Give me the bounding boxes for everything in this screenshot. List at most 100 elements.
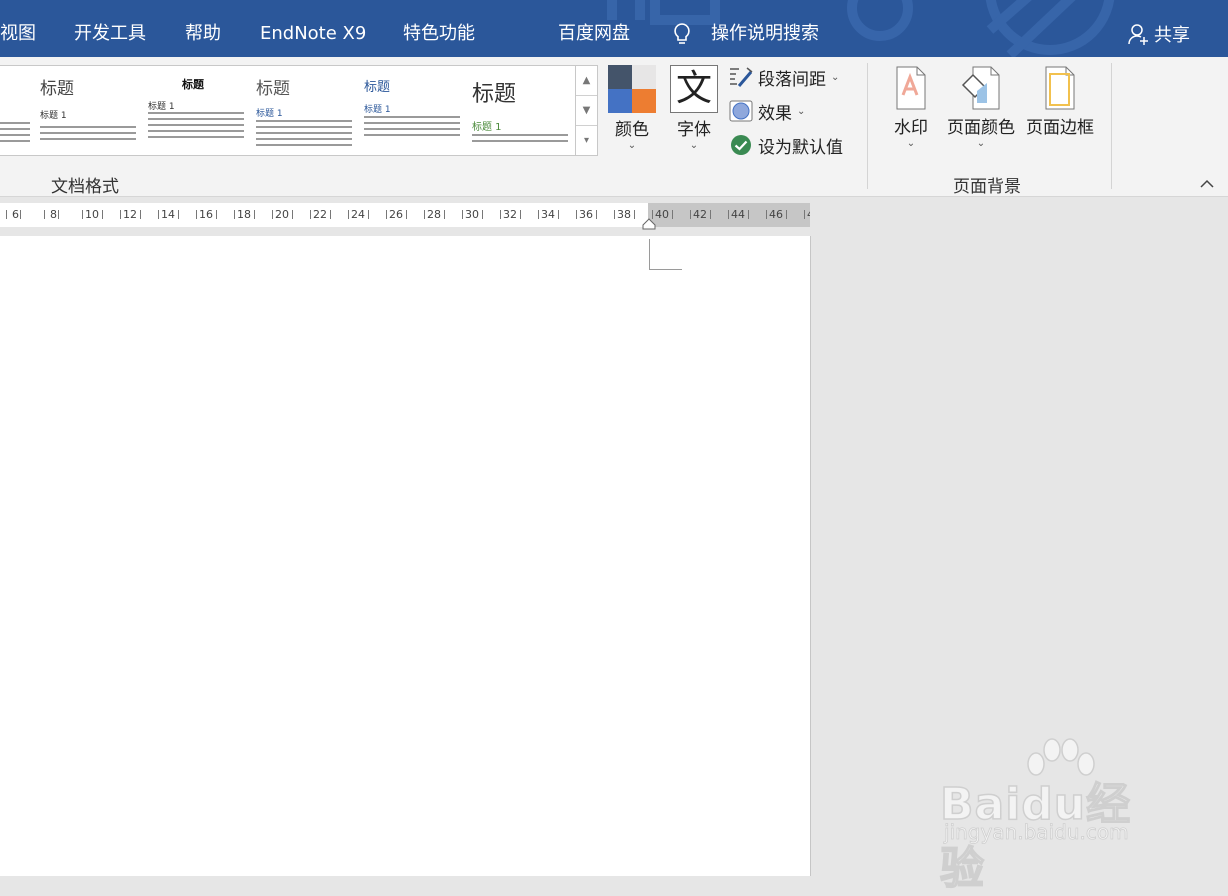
horizontal-ruler[interactable]: 6 8 10 12 14 16 18 20 22 24 26 28 30 32 34 36 38 40 42 44 46…	[0, 203, 810, 227]
ruler-tick-label: 30	[465, 208, 479, 221]
ruler-tick-mark	[728, 210, 729, 219]
ruler-tick-mark	[158, 210, 159, 219]
ruler-tick-mark	[748, 210, 749, 219]
style-set-thumb[interactable]: 标题 标题 1	[252, 66, 358, 155]
style-heading: 标题	[256, 79, 290, 99]
group-separator	[867, 63, 868, 189]
ruler-tick-label: 14	[161, 208, 175, 221]
ruler-tick-mark	[766, 210, 767, 219]
page-color-button[interactable]: 页面颜色 ⌄	[944, 65, 1018, 150]
share-label: 共享	[1154, 25, 1190, 46]
ruler-tick-mark	[6, 210, 7, 219]
ruler-tick-mark	[254, 210, 255, 219]
right-indent-marker-icon[interactable]	[642, 218, 656, 230]
baidu-jingyan-watermark: Baidu经验 jingyan.baidu.com	[939, 738, 1170, 895]
tab-developer[interactable]: 开发工具	[74, 20, 146, 48]
set-as-default-label: 设为默认值	[758, 137, 843, 158]
effects-label: 效果	[758, 103, 792, 124]
style-set-thumb[interactable]: 标题 标题 1	[360, 66, 466, 155]
chevron-up-icon	[1200, 179, 1214, 188]
page-borders-label: 页面边框	[1026, 118, 1094, 138]
colors-label: 颜色	[615, 120, 649, 140]
fonts-glyph-icon: 文	[670, 65, 718, 113]
tab-view[interactable]: 视图	[0, 20, 36, 48]
ruler-tick-mark	[20, 210, 21, 219]
style-subheading: 标题 1	[364, 105, 391, 115]
gallery-scrollbar: ▲ ▼ ▾	[575, 65, 598, 156]
ruler-tick-mark	[82, 210, 83, 219]
ruler-tick-mark	[786, 210, 787, 219]
fonts-label: 字体	[677, 120, 711, 140]
ruler-tick-label: 44	[731, 208, 745, 221]
tab-baidu-netdisk[interactable]: 百度网盘	[558, 20, 630, 48]
ruler-tick-mark	[368, 210, 369, 219]
tab-endnote[interactable]: EndNote X9	[260, 20, 366, 48]
ruler-tick-mark	[406, 210, 407, 219]
tell-me-search[interactable]: 操作说明搜索	[711, 20, 819, 48]
paragraph-spacing-label: 段落间距	[758, 69, 826, 90]
watermark-brand: Baidu经验	[939, 778, 1132, 895]
chevron-down-icon: ⌄	[797, 105, 806, 117]
ruler-tick-label: 34	[541, 208, 555, 221]
ruler-tick-mark	[444, 210, 445, 219]
tab-special-features[interactable]: 特色功能	[403, 20, 475, 48]
gallery-scroll-down-button[interactable]: ▼	[576, 96, 597, 126]
ruler-tick-mark	[234, 210, 235, 219]
ruler-tick-mark	[596, 210, 597, 219]
ruler-tick-label: 42	[693, 208, 707, 221]
ruler-tick-mark	[462, 210, 463, 219]
ruler-tick-mark	[576, 210, 577, 219]
fonts-button[interactable]: 文 字体 ⌄	[663, 65, 725, 152]
ruler-tick-mark	[196, 210, 197, 219]
style-set-thumb[interactable]: 标题 标题 1	[144, 66, 250, 155]
ruler-tick-mark	[102, 210, 103, 219]
style-set-thumb[interactable]: 标题 标题 1	[468, 66, 574, 155]
ruler-tick-mark	[178, 210, 179, 219]
page-color-label: 页面颜色	[947, 118, 1015, 138]
ruler-tick-mark	[672, 210, 673, 219]
ruler-tick-mark	[614, 210, 615, 219]
ruler-tick-mark	[140, 210, 141, 219]
chevron-down-icon: ⌄	[831, 71, 840, 83]
paw-logo-icon	[1027, 738, 1095, 776]
ruler-tick-mark	[348, 210, 349, 219]
style-heading: 标题	[472, 82, 517, 107]
check-circle-icon	[731, 135, 751, 155]
watermark-url: jingyan.baidu.com	[944, 820, 1129, 845]
watermark-button[interactable]: 水印 ⌄	[880, 65, 942, 150]
group-separator	[1111, 63, 1112, 189]
ruler-tick-label: 40	[655, 208, 669, 221]
ruler-tick-mark	[292, 210, 293, 219]
gallery-more-button[interactable]: ▾	[576, 126, 597, 155]
gallery-scroll-up-button[interactable]: ▲	[576, 66, 597, 96]
ruler-tick-label: 10	[85, 208, 99, 221]
ruler-tick-label: 48	[807, 208, 810, 221]
ruler-tick-mark	[482, 210, 483, 219]
colors-button[interactable]: 颜色 ⌄	[601, 65, 663, 152]
ruler-tick-mark	[310, 210, 311, 219]
ruler-tick-mark	[44, 210, 45, 219]
set-as-default-button[interactable]: 设为默认值	[729, 132, 843, 158]
lightbulb-icon[interactable]	[668, 20, 696, 48]
ruler-tick-mark	[710, 210, 711, 219]
page-borders-button[interactable]: 页面边框	[1022, 65, 1098, 138]
ruler-tick-label: 36	[579, 208, 593, 221]
style-subheading: 标题 1	[256, 109, 283, 119]
document-page[interactable]	[0, 236, 811, 876]
paragraph-spacing-button[interactable]: 段落间距 ⌄	[729, 64, 839, 90]
style-set-thumb[interactable]	[0, 66, 30, 155]
ruler-tick-mark	[330, 210, 331, 219]
share-button[interactable]: 共享	[1126, 20, 1190, 48]
effects-button[interactable]: 效果 ⌄	[729, 98, 805, 124]
ruler-tick-label: 6	[12, 208, 19, 221]
ruler-tick-mark	[386, 210, 387, 219]
style-subheading: 标题 1	[40, 111, 67, 121]
style-set-thumb[interactable]: 标题 标题 1	[36, 66, 142, 155]
ruler-tick-label: 8	[50, 208, 57, 221]
ruler-tick-mark	[272, 210, 273, 219]
ruler-tick-mark	[520, 210, 521, 219]
tab-help[interactable]: 帮助	[185, 20, 221, 48]
chevron-down-icon: ⌄	[976, 138, 986, 149]
collapse-ribbon-button[interactable]	[1199, 178, 1215, 192]
style-heading: 标题	[40, 79, 74, 99]
